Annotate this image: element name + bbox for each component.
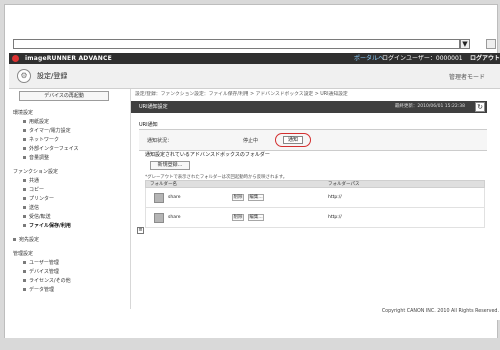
login-user: ログインユーザー：0000001: [382, 55, 463, 62]
page-title: 設定/登録: [37, 72, 68, 80]
sidebar-item-send[interactable]: 送信: [23, 204, 39, 211]
sidebar-item-printer[interactable]: プリンター: [23, 195, 54, 202]
bullet-icon: [23, 279, 26, 282]
edit-button[interactable]: 編集...: [248, 214, 264, 221]
brand-bar: imageRUNNER ADVANCE ポータルへ ログインユーザー：00000…: [9, 53, 500, 64]
toolbar-square-button[interactable]: [486, 39, 496, 49]
folders-title: 通知設定されているアドバンスドボックスのフォルダー: [145, 152, 270, 158]
folder-icon: [154, 213, 164, 223]
column-folder-name: フォルダー名: [150, 182, 177, 187]
breadcrumb: 設定/登録：ファンクション設定：ファイル保存/利用 > アドバンスドボックス設定…: [135, 92, 348, 97]
folder-icon: [154, 193, 164, 203]
sidebar-section-destination[interactable]: 宛先設定: [13, 236, 39, 243]
sidebar-item-common[interactable]: 共通: [23, 177, 39, 184]
page-titlebar: ⚙ 設定/登録 管理者モード: [9, 64, 500, 89]
delete-button[interactable]: 削除: [232, 214, 244, 221]
last-updated: 最終更新：2010/06/01 15:22:38: [394, 104, 465, 109]
sidebar-section-environment[interactable]: 環境設定: [13, 109, 33, 116]
bullet-icon: [23, 288, 26, 291]
sidebar-item-receive-forward[interactable]: 受信/転送: [23, 213, 51, 220]
folder-name: share: [168, 215, 181, 220]
logout-link[interactable]: ログアウト: [470, 53, 500, 64]
sidebar-item-timer[interactable]: タイマー/電力設定: [23, 127, 71, 134]
bullet-icon: [13, 238, 16, 241]
bullet-icon: [23, 179, 26, 182]
window-pane: ▼ imageRUNNER ADVANCE ポータルへ ログインユーザー：000…: [4, 4, 500, 341]
folder-name: share: [168, 195, 181, 200]
bottom-gray-bar: [0, 338, 500, 350]
content-header: URI通知設定 最終更新：2010/06/01 15:22:38 ↻: [131, 101, 487, 113]
table-row: share 削除 編集... http://: [145, 188, 485, 208]
portal-link[interactable]: ポータルへ: [354, 53, 384, 64]
bullet-icon: [23, 129, 26, 132]
refresh-icon[interactable]: ↻: [475, 102, 485, 112]
notify-button[interactable]: 通知: [283, 136, 303, 144]
bullet-icon: [23, 120, 26, 123]
sidebar-item-data-management[interactable]: データ管理: [23, 286, 54, 293]
settings-icon: ⚙: [17, 69, 31, 83]
sidebar-item-network[interactable]: ネットワーク: [23, 136, 59, 143]
column-folder-path: フォルダーパス: [328, 182, 360, 187]
footer: Copyright CANON INC. 2010 All Rights Res…: [9, 309, 500, 320]
address-bar[interactable]: [13, 39, 460, 49]
restart-device-button[interactable]: デバイスの再起動: [19, 91, 109, 101]
folder-path: http://: [328, 195, 342, 200]
sidebar-item-license[interactable]: ライセンス/その他: [23, 277, 71, 284]
browser-toolbar: ▼: [5, 5, 497, 49]
bullet-icon: [23, 206, 26, 209]
section-label: URI通知: [139, 122, 158, 128]
bullet-icon: [23, 261, 26, 264]
sidebar-item-interface[interactable]: 外部インターフェイス: [23, 145, 79, 152]
status-value: 停止中: [243, 138, 259, 144]
brand-name: imageRUNNER ADVANCE: [25, 55, 112, 62]
main-content: 設定/登録：ファンクション設定：ファイル保存/利用 > アドバンスドボックス設定…: [131, 89, 500, 319]
sidebar-item-copy[interactable]: コピー: [23, 186, 44, 193]
copyright: Copyright CANON INC. 2010 All Rights Res…: [381, 309, 499, 314]
content-header-title: URI通知設定: [139, 104, 168, 110]
edit-button[interactable]: 編集...: [248, 194, 264, 201]
sidebar-section-function[interactable]: ファンクション設定: [13, 168, 58, 175]
table-row: share 削除 編集... http://: [145, 208, 485, 228]
admin-mode-link[interactable]: 管理者モード: [449, 72, 485, 81]
toggle-icon[interactable]: ≡: [137, 227, 144, 234]
notify-button-highlight: 通知: [275, 133, 311, 147]
bullet-icon: [23, 188, 26, 191]
sidebar-item-paper[interactable]: 用紙設定: [23, 118, 49, 125]
bullet-icon: [23, 197, 26, 200]
bullet-icon: [23, 215, 26, 218]
sidebar-item-device-management[interactable]: デバイス管理: [23, 268, 59, 275]
chevron-down-icon[interactable]: ▼: [460, 39, 470, 49]
bullet-icon: [23, 138, 26, 141]
delete-button[interactable]: 削除: [232, 194, 244, 201]
folder-path: http://: [328, 215, 342, 220]
register-button[interactable]: 新規登録...: [150, 161, 190, 170]
table-header: フォルダー名 フォルダーパス: [145, 180, 485, 188]
bullet-icon: [23, 270, 26, 273]
sidebar: デバイスの再起動 環境設定 用紙設定 タイマー/電力設定 ネットワーク 外部イン…: [9, 89, 131, 319]
sidebar-section-management[interactable]: 管理設定: [13, 250, 33, 257]
brand-logo-icon: [12, 55, 19, 62]
bullet-icon: [23, 224, 26, 227]
sidebar-item-user-management[interactable]: ユーザー管理: [23, 259, 59, 266]
status-row: 通知状況： 停止中 通知: [139, 129, 487, 151]
sidebar-item-volume[interactable]: 音量調整: [23, 154, 49, 161]
sidebar-item-file-store[interactable]: ファイル保存/利用: [23, 222, 71, 229]
bullet-icon: [23, 156, 26, 159]
status-label: 通知状況：: [147, 138, 173, 144]
bullet-icon: [23, 147, 26, 150]
